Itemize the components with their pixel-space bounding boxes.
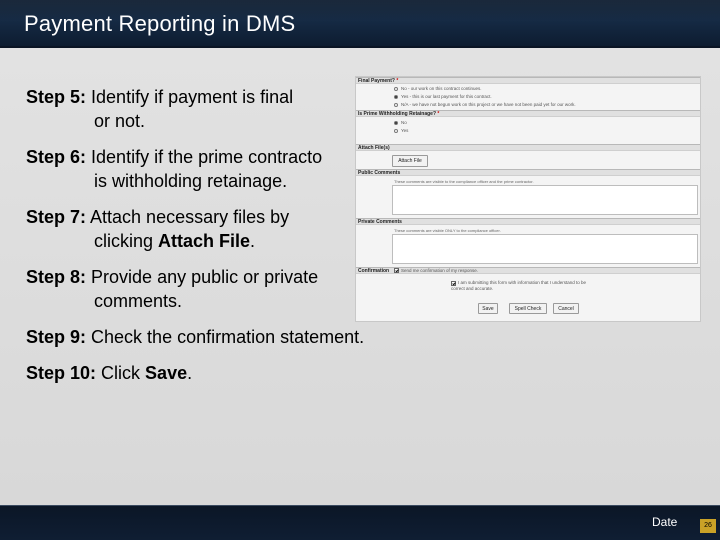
step-6-label: Step 6: <box>26 147 87 167</box>
final-payment-option-no[interactable]: No - our work on this contract continues… <box>394 86 482 91</box>
page-number-badge: 26 <box>700 519 716 533</box>
step-5-cont: or not. <box>94 111 146 131</box>
radio-selected-icon[interactable] <box>394 94 398 99</box>
step-7-cont-post: . <box>250 231 256 251</box>
required-mark: * <box>437 111 440 117</box>
step-7-cont: clicking Attach File. <box>26 229 289 253</box>
step-7-text: Attach necessary files by <box>90 207 290 227</box>
private-comments-header: Private Comments <box>356 218 700 225</box>
footer-date: Date <box>652 515 678 529</box>
step-9-text: Check the confirmation statement. <box>91 327 365 347</box>
step-10-text-pre: Click <box>101 363 146 383</box>
step-7: Step 7: Attach necessary files by clicki… <box>26 205 289 253</box>
public-comments-label: Public Comments <box>358 170 401 176</box>
step-6: Step 6: Identify if the prime contracto … <box>26 145 322 193</box>
send-confirmation-text: Send me confirmation of my response. <box>401 268 479 273</box>
step-8-cont: comments. <box>94 291 183 311</box>
private-comments-textarea[interactable] <box>392 234 698 264</box>
confirmation-header: Confirmation Send me confirmation of my … <box>356 267 700 274</box>
public-comments-hint: These comments are visible to the compli… <box>394 179 534 184</box>
confirmation-label: Confirmation <box>358 268 390 274</box>
required-mark: * <box>396 78 399 84</box>
step-8-text: Provide any public or private <box>91 267 319 287</box>
spell-check-button[interactable]: Spell Check <box>509 303 547 314</box>
attach-file-button[interactable]: Attach File <box>392 155 428 167</box>
retainage-header: Is Prime Withholding Retainage? * <box>356 110 700 117</box>
retainage-option-no[interactable]: No <box>394 120 407 125</box>
public-comments-textarea[interactable] <box>392 185 698 215</box>
step-6-text: Identify if the prime contracto <box>91 147 323 167</box>
slide-footer: Date 26 <box>0 505 720 540</box>
private-comments-label: Private Comments <box>358 219 402 225</box>
retainage-label: Is Prime Withholding Retainage? <box>358 111 437 117</box>
cancel-button[interactable]: Cancel <box>553 303 579 314</box>
step-8-label: Step 8: <box>26 267 87 287</box>
step-6-cont: is withholding retainage. <box>94 171 288 191</box>
confirmation-statement-line1: I am submitting this form with informati… <box>458 280 587 285</box>
send-confirmation-checkbox[interactable] <box>394 268 399 274</box>
final-payment-option-na[interactable]: N/A - we have not begun work on this pro… <box>394 102 576 107</box>
step-5: Step 5: Identify if payment is final or … <box>26 85 293 133</box>
radio-selected-icon[interactable] <box>394 120 398 125</box>
confirmation-statement-checkbox[interactable] <box>451 281 456 286</box>
step-7-cont-bold: Attach File <box>158 231 251 251</box>
attach-label: Attach File(s) <box>358 145 390 151</box>
final-payment-option-yes[interactable]: Yes - this is our last payment for this … <box>394 94 492 99</box>
dms-form-screenshot: Final Payment? * No - our work on this c… <box>355 76 701 322</box>
final-payment-option-yes-text: Yes - this is our last payment for this … <box>401 94 492 99</box>
step-5-label: Step 5: <box>26 87 87 107</box>
step-8: Step 8: Provide any public or private co… <box>26 265 318 313</box>
step-9-label: Step 9: <box>26 327 87 347</box>
private-comments-hint: These comments are visible ONLY to the c… <box>394 228 501 233</box>
attach-header: Attach File(s) <box>356 144 700 151</box>
slide-content: Step 5: Identify if payment is final or … <box>0 48 720 505</box>
final-payment-option-na-text: N/A - we have not begun work on this pro… <box>401 102 576 107</box>
step-5-text: Identify if payment is final <box>91 87 294 107</box>
slide-title: Payment Reporting in DMS <box>24 11 296 36</box>
step-7-label: Step 7: <box>26 207 87 227</box>
public-comments-header: Public Comments <box>356 169 700 176</box>
retainage-option-no-text: No <box>401 120 407 125</box>
radio-icon[interactable] <box>394 102 398 107</box>
save-button[interactable]: Save <box>478 303 498 314</box>
step-9: Step 9: Check the confirmation statement… <box>26 325 364 349</box>
radio-icon[interactable] <box>394 128 398 133</box>
step-10-label: Step 10: <box>26 363 97 383</box>
confirmation-statement-line2: correct and accurate. <box>451 286 494 291</box>
retainage-option-yes-text: Yes <box>401 128 409 133</box>
confirmation-statement: I am submitting this form with informati… <box>451 280 631 292</box>
final-payment-header: Final Payment? * <box>356 77 700 84</box>
final-payment-option-no-text: No - our work on this contract continues… <box>401 86 482 91</box>
retainage-option-yes[interactable]: Yes <box>394 128 408 133</box>
footer-divider <box>0 505 720 506</box>
step-10: Step 10: Click Save. <box>26 361 192 385</box>
final-payment-label: Final Payment? <box>358 78 395 84</box>
step-7-cont-pre: clicking <box>94 231 159 251</box>
slide-title-bar: Payment Reporting in DMS <box>0 0 720 48</box>
step-10-text-post: . <box>187 363 193 383</box>
step-10-text-bold: Save <box>145 363 188 383</box>
radio-icon[interactable] <box>394 86 398 91</box>
